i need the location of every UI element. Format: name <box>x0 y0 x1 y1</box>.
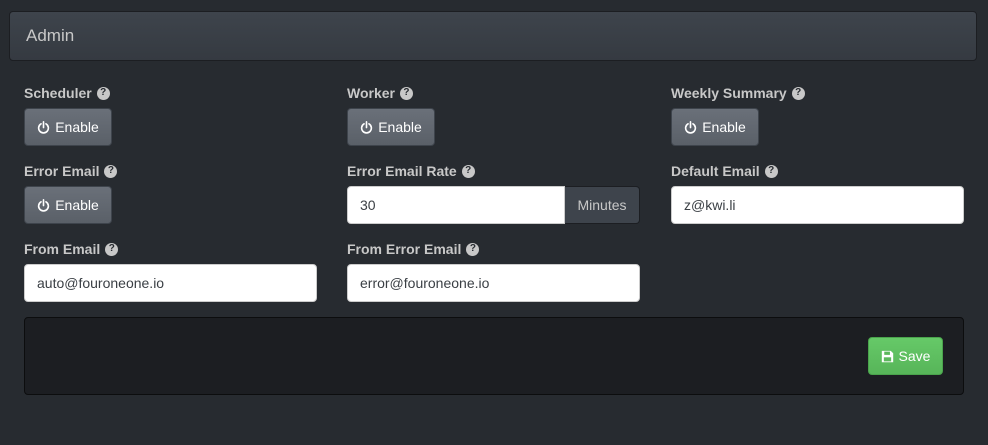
error-email-rate-input[interactable] <box>347 186 565 224</box>
error-email-rate-label-text: Error Email Rate <box>347 163 457 179</box>
from-email-label: From Email? <box>24 240 119 258</box>
weekly-summary-enable-button[interactable]: Enable <box>671 108 759 146</box>
error-email-label-text: Error Email <box>24 163 100 179</box>
save-button-label: Save <box>898 348 931 364</box>
weekly-summary-label: Weekly Summary? <box>671 84 805 102</box>
default-email-input[interactable] <box>671 186 964 224</box>
default-email-label-text: Default Email <box>671 163 760 179</box>
admin-panel-header: Admin <box>9 11 977 61</box>
power-icon <box>361 120 373 134</box>
scheduler-label-text: Scheduler <box>24 85 92 101</box>
weekly-summary-enable-label: Enable <box>702 119 746 135</box>
minutes-addon: Minutes <box>565 186 640 224</box>
scheduler-label: Scheduler? <box>24 84 110 102</box>
from-error-email-input[interactable] <box>347 264 640 302</box>
worker-label-text: Worker <box>347 85 395 101</box>
save-button[interactable]: Save <box>868 337 943 375</box>
worker-enable-label: Enable <box>378 119 422 135</box>
help-icon[interactable]: ? <box>764 164 778 178</box>
form-footer: Save <box>24 317 964 395</box>
help-icon[interactable]: ? <box>96 86 110 100</box>
worker-enable-button[interactable]: Enable <box>347 108 435 146</box>
help-icon[interactable]: ? <box>791 86 805 100</box>
help-icon[interactable]: ? <box>466 242 480 256</box>
power-icon <box>38 120 50 134</box>
help-icon[interactable]: ? <box>104 164 118 178</box>
power-icon <box>38 198 50 212</box>
from-email-label-text: From Email <box>24 241 101 257</box>
weekly-summary-label-text: Weekly Summary <box>671 85 787 101</box>
floppy-disk-icon <box>881 350 893 362</box>
help-icon[interactable]: ? <box>105 242 119 256</box>
error-email-enable-button[interactable]: Enable <box>24 186 112 224</box>
default-email-label: Default Email? <box>671 162 778 180</box>
help-icon[interactable]: ? <box>461 164 475 178</box>
error-email-enable-label: Enable <box>55 197 99 213</box>
scheduler-enable-label: Enable <box>55 119 99 135</box>
power-icon <box>685 120 697 134</box>
scheduler-enable-button[interactable]: Enable <box>24 108 112 146</box>
from-email-input[interactable] <box>24 264 317 302</box>
from-error-email-label-text: From Error Email <box>347 241 462 257</box>
help-icon[interactable]: ? <box>399 86 413 100</box>
error-email-label: Error Email? <box>24 162 118 180</box>
from-error-email-label: From Error Email? <box>347 240 480 258</box>
worker-label: Worker? <box>347 84 413 102</box>
page-title: Admin <box>26 26 75 45</box>
error-email-rate-label: Error Email Rate? <box>347 162 475 180</box>
